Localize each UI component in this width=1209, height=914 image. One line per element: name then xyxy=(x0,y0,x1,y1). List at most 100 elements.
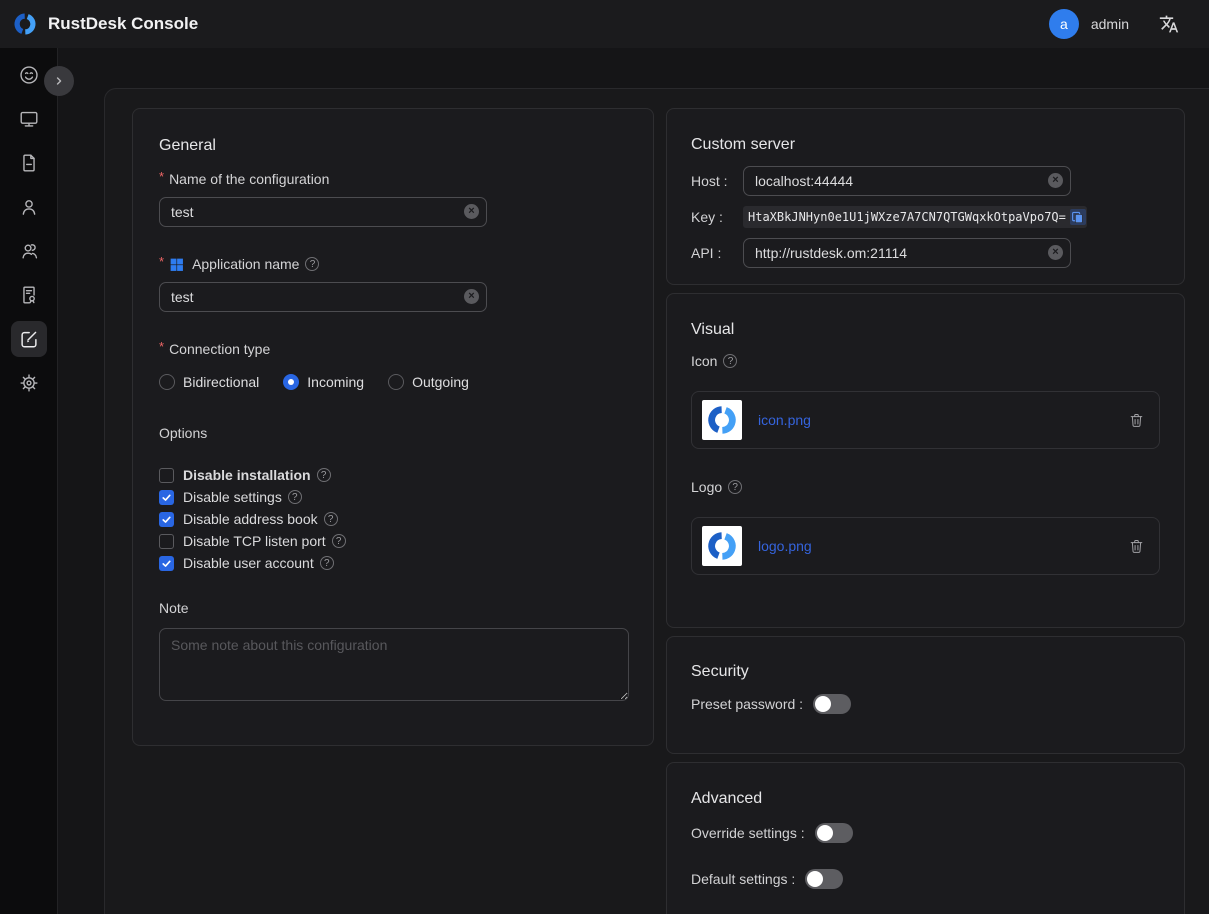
override-settings-row: Override settings : xyxy=(691,822,1160,844)
checkbox-label: Disable settings xyxy=(183,489,282,505)
general-title: General xyxy=(159,137,627,155)
checkbox-icon xyxy=(159,490,174,505)
trash-icon[interactable] xyxy=(1128,412,1145,429)
checkbox-disable-installation[interactable]: Disable installation xyxy=(159,464,627,486)
radio-label: Bidirectional xyxy=(183,374,259,390)
required-asterisk: * xyxy=(159,172,164,182)
note-label: Note xyxy=(159,598,627,618)
sidebar-item-devices[interactable] xyxy=(11,101,47,137)
icon-label-row: Icon xyxy=(691,351,1160,371)
note-textarea[interactable] xyxy=(159,628,629,701)
sidebar-item-smiley[interactable] xyxy=(11,57,47,93)
connection-type-label: Connection type xyxy=(169,341,270,357)
help-icon[interactable] xyxy=(320,556,334,570)
help-icon[interactable] xyxy=(728,480,742,494)
note-field xyxy=(159,628,629,706)
host-input[interactable] xyxy=(743,166,1071,196)
radio-bidirectional[interactable]: Bidirectional xyxy=(159,374,259,390)
toggle-knob xyxy=(815,696,831,712)
connection-type-label-row: * Connection type xyxy=(159,339,627,359)
user-avatar[interactable]: a xyxy=(1049,9,1079,39)
api-field xyxy=(743,238,1071,268)
logo-thumbnail xyxy=(702,526,742,566)
copy-icon[interactable] xyxy=(1070,209,1086,225)
sidebar-collapse-button[interactable] xyxy=(44,66,74,96)
help-icon[interactable] xyxy=(324,512,338,526)
required-asterisk: * xyxy=(159,257,164,267)
clear-icon[interactable] xyxy=(464,204,479,219)
key-value-chip: HtaXBkJNHyn0e1U1jWXze7A7CN7QTGWqxkOtpaVp… xyxy=(743,206,1087,228)
visual-title: Visual xyxy=(691,321,1160,339)
chevron-right-icon xyxy=(52,74,66,88)
user-icon xyxy=(18,196,40,218)
preset-password-label: Preset password : xyxy=(691,696,803,712)
checkbox-disable-address-book[interactable]: Disable address book xyxy=(159,508,627,530)
custom-server-card: Custom server Host : Key : HtaXBkJNHyn0e… xyxy=(666,108,1185,285)
audit-log-icon xyxy=(18,284,40,306)
radio-label: Incoming xyxy=(307,374,364,390)
logo-label-row: Logo xyxy=(691,477,1160,497)
radio-incoming[interactable]: Incoming xyxy=(283,374,364,390)
app-name-input[interactable] xyxy=(159,282,487,312)
key-label: Key : xyxy=(691,209,743,225)
sidebar-item-users[interactable] xyxy=(11,189,47,225)
api-input[interactable] xyxy=(743,238,1071,268)
config-name-field xyxy=(159,197,487,227)
config-name-label-row: * Name of the configuration xyxy=(159,169,627,189)
main-content: General * Name of the configuration * Ap… xyxy=(104,88,1209,914)
help-icon[interactable] xyxy=(288,490,302,504)
logo-file-link[interactable]: logo.png xyxy=(758,538,812,554)
checkbox-label: Disable address book xyxy=(183,511,318,527)
default-settings-toggle[interactable] xyxy=(805,869,843,889)
clear-icon[interactable] xyxy=(1048,245,1063,260)
preset-password-toggle[interactable] xyxy=(813,694,851,714)
sidebar-item-user-search[interactable] xyxy=(11,233,47,269)
checkbox-label: Disable TCP listen port xyxy=(183,533,326,549)
required-asterisk: * xyxy=(159,342,164,352)
radio-circle-icon xyxy=(283,374,299,390)
toggle-knob xyxy=(807,871,823,887)
app-name-label: Application name xyxy=(192,256,299,272)
host-row: Host : xyxy=(691,166,1160,196)
sidebar-item-settings[interactable] xyxy=(11,365,47,401)
default-settings-row: Default settings : xyxy=(691,868,1160,890)
help-icon[interactable] xyxy=(723,354,737,368)
toggle-knob xyxy=(817,825,833,841)
translate-icon[interactable] xyxy=(1159,14,1179,34)
icon-thumbnail xyxy=(702,400,742,440)
sidebar xyxy=(0,48,58,914)
user-search-icon xyxy=(18,240,40,262)
help-icon[interactable] xyxy=(317,468,331,482)
default-settings-label: Default settings : xyxy=(691,871,795,887)
icon-file-link[interactable]: icon.png xyxy=(758,412,811,428)
document-icon xyxy=(18,152,40,174)
checkbox-label: Disable installation xyxy=(183,467,311,483)
username[interactable]: admin xyxy=(1091,16,1129,32)
radio-label: Outgoing xyxy=(412,374,469,390)
checkbox-disable-settings[interactable]: Disable settings xyxy=(159,486,627,508)
checkbox-icon xyxy=(159,534,174,549)
checkbox-disable-user-account[interactable]: Disable user account xyxy=(159,552,627,574)
smiley-icon xyxy=(18,64,40,86)
clear-icon[interactable] xyxy=(1048,173,1063,188)
clear-icon[interactable] xyxy=(464,289,479,304)
checkbox-disable-tcp-listen-port[interactable]: Disable TCP listen port xyxy=(159,530,627,552)
config-name-input[interactable] xyxy=(159,197,487,227)
icon-label: Icon xyxy=(691,353,717,369)
checkbox-icon xyxy=(159,468,174,483)
help-icon[interactable] xyxy=(332,534,346,548)
help-icon[interactable] xyxy=(305,257,319,271)
override-settings-toggle[interactable] xyxy=(815,823,853,843)
app-name-label-row: * Application name xyxy=(159,254,627,274)
radio-outgoing[interactable]: Outgoing xyxy=(388,374,469,390)
radio-circle-icon xyxy=(159,374,175,390)
checkbox-icon xyxy=(159,556,174,571)
sidebar-item-documents[interactable] xyxy=(11,145,47,181)
windows-icon xyxy=(169,257,184,272)
sidebar-item-configurations[interactable] xyxy=(11,321,47,357)
sidebar-item-audit[interactable] xyxy=(11,277,47,313)
host-field xyxy=(743,166,1071,196)
preset-password-row: Preset password : xyxy=(691,693,1160,715)
trash-icon[interactable] xyxy=(1128,538,1145,555)
security-card: Security Preset password : xyxy=(666,636,1185,754)
